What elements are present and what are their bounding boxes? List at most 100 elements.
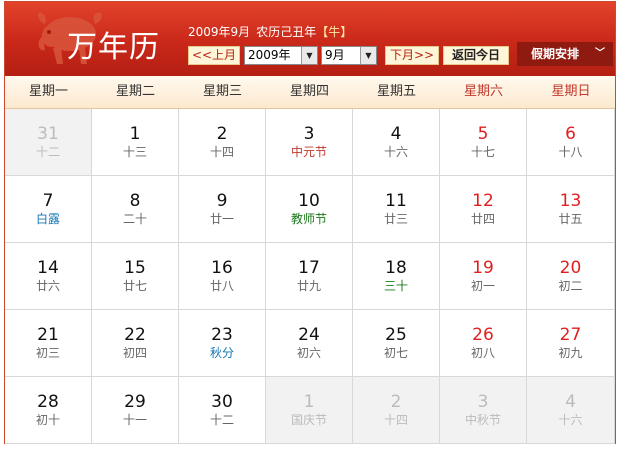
day-number: 18 (385, 258, 407, 278)
lunar-date: 十四 (209, 145, 234, 159)
chevron-down-icon: ▼ (360, 47, 376, 64)
calendar-widget: 万年历 2009年9月 农历己丑年【牛】 <<上月 2009年 ▼ 9月 ▼ 下月… (4, 1, 616, 444)
day-cell[interactable]: 17 廿九 (266, 243, 353, 310)
lunar-date: 十二 (35, 145, 60, 159)
day-cell[interactable]: 19 初一 (440, 243, 527, 310)
day-cell[interactable]: 4 十六 (353, 109, 440, 176)
lunar-date: 初十 (35, 413, 60, 427)
day-cell[interactable]: 30 十二 (179, 377, 266, 444)
day-number: 4 (390, 124, 402, 144)
calendar-header: 万年历 2009年9月 农历己丑年【牛】 <<上月 2009年 ▼ 9月 ▼ 下月… (5, 2, 615, 76)
day-number: 23 (211, 325, 233, 345)
day-cell[interactable]: 20 初二 (527, 243, 615, 310)
day-cell[interactable]: 11 廿三 (353, 176, 440, 243)
lunar-date: 十四 (383, 413, 408, 427)
day-number: 24 (298, 325, 320, 345)
day-cell[interactable]: 9 廿一 (179, 176, 266, 243)
day-number: 3 (477, 392, 489, 412)
weekday-label: 星期三 (202, 84, 242, 99)
day-cell[interactable]: 6 十八 (527, 109, 615, 176)
lunar-date: 初七 (383, 346, 408, 360)
date-text: 2009年9月 (188, 25, 251, 39)
day-number: 22 (124, 325, 146, 345)
day-cell[interactable]: 28 初十 (5, 377, 92, 444)
lunar-date: 廿五 (558, 212, 583, 226)
day-number: 9 (216, 191, 228, 211)
festival-label: 国庆节 (290, 413, 327, 427)
chevron-down-icon: ﹀ (595, 48, 605, 59)
lunar-date: 初四 (122, 346, 147, 360)
day-cell[interactable]: 10 教师节 (266, 176, 353, 243)
lunar-date: 廿八 (209, 279, 234, 293)
day-cell[interactable]: 29 十一 (92, 377, 179, 444)
day-cell[interactable]: 8 二十 (92, 176, 179, 243)
day-number: 21 (37, 325, 59, 345)
weekday-label: 星期日 (551, 84, 591, 99)
day-cell[interactable]: 12 廿四 (440, 176, 527, 243)
day-number: 17 (298, 258, 320, 278)
page-title: 万年历 (67, 30, 160, 65)
day-cell[interactable]: 2 十四 (353, 377, 440, 444)
lunar-date: 十八 (558, 145, 583, 159)
day-number: 28 (37, 392, 59, 412)
day-cell[interactable]: 24 初六 (266, 310, 353, 377)
day-number: 6 (565, 124, 576, 144)
day-number: 1 (303, 392, 315, 412)
day-cell[interactable]: 21 初三 (5, 310, 92, 377)
lunar-date: 初一 (470, 279, 495, 293)
weekday-header-row: 星期一 星期二 星期三 星期四 星期五 星期六 星期日 (5, 76, 615, 109)
lunar-date: 廿六 (35, 279, 60, 293)
lunar-date: 廿七 (122, 279, 147, 293)
day-number: 11 (385, 191, 407, 211)
lunar-year-text: 农历己丑年 (256, 25, 317, 39)
year-select-value: 2009年 (248, 48, 291, 62)
day-number: 13 (559, 191, 582, 211)
day-number: 5 (477, 124, 489, 144)
day-cell[interactable]: 14 廿六 (5, 243, 92, 310)
day-cell[interactable]: 13 廿五 (527, 176, 615, 243)
day-cell[interactable]: 16 廿八 (179, 243, 266, 310)
day-cell[interactable]: 31 十二 (5, 109, 92, 176)
day-cell[interactable]: 25 初七 (353, 310, 440, 377)
day-number: 19 (472, 258, 494, 278)
year-select[interactable]: 2009年 ▼ (244, 46, 318, 65)
festival-label: 中元节 (290, 145, 327, 159)
weekday-label: 星期一 (28, 84, 68, 99)
day-cell[interactable]: 7 白露 (5, 176, 92, 243)
day-number: 3 (303, 124, 315, 144)
month-select[interactable]: 9月 ▼ (321, 46, 377, 65)
prev-month-button[interactable]: <<上月 (188, 46, 240, 65)
current-date-label: 2009年9月 农历己丑年【牛】 (188, 23, 352, 40)
day-cell[interactable]: 1 国庆节 (266, 377, 353, 444)
holiday-menu-button[interactable]: 假期安排 ﹀ (517, 42, 613, 66)
day-cell[interactable]: 2 十四 (179, 109, 266, 176)
day-cell[interactable]: 22 初四 (92, 310, 179, 377)
day-number: 4 (565, 392, 576, 412)
next-month-button[interactable]: 下月>> (385, 46, 439, 65)
lunar-date: 十一 (122, 413, 147, 427)
lunar-date: 二十 (122, 212, 147, 226)
day-number: 2 (390, 392, 402, 412)
chevron-down-icon: ▼ (301, 47, 317, 64)
day-cell[interactable]: 26 初八 (440, 310, 527, 377)
day-number: 15 (124, 258, 146, 278)
day-number: 20 (559, 258, 582, 278)
lunar-date: 初六 (296, 346, 321, 360)
day-cell[interactable]: 3 中秋节 (440, 377, 527, 444)
day-number: 10 (298, 191, 320, 211)
day-cell[interactable]: 15 廿七 (92, 243, 179, 310)
day-cell[interactable]: 18 三十 (353, 243, 440, 310)
day-cell[interactable]: 1 十三 (92, 109, 179, 176)
day-number: 25 (385, 325, 407, 345)
day-cell[interactable]: 3 中元节 (266, 109, 353, 176)
festival-label: 教师节 (290, 212, 327, 226)
day-cell[interactable]: 23 秋分 (179, 310, 266, 377)
lunar-date: 十六 (383, 145, 408, 159)
day-number: 8 (129, 191, 141, 211)
day-cell[interactable]: 4 十六 (527, 377, 615, 444)
today-button[interactable]: 返回今日 (443, 46, 509, 65)
month-select-value: 9月 (325, 48, 345, 62)
day-cell[interactable]: 5 十七 (440, 109, 527, 176)
day-cell[interactable]: 27 初九 (527, 310, 615, 377)
day-number: 29 (124, 392, 146, 412)
